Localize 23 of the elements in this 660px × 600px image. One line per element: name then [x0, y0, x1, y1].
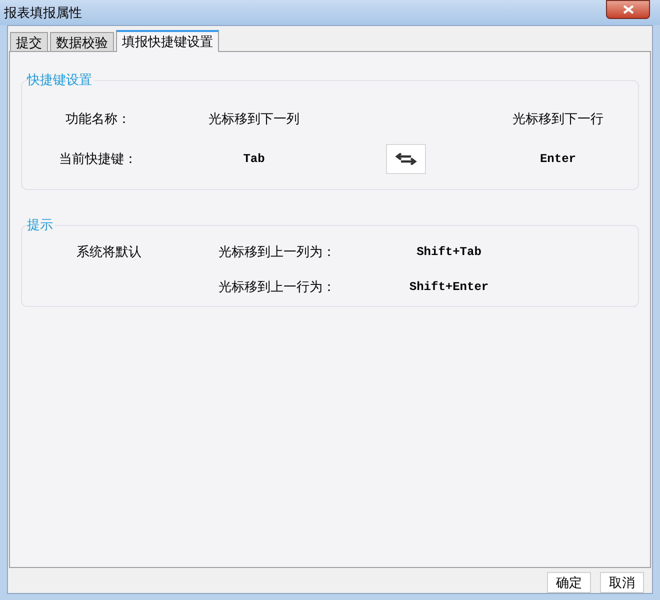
shortcut-key: Tab — [243, 150, 265, 168]
tab[interactable]: 数据校验 — [50, 32, 114, 51]
dialog-button[interactable]: 取消 — [600, 572, 644, 593]
group-title: 快捷键设置 — [27, 72, 94, 88]
tab[interactable]: 提交 — [10, 32, 48, 51]
close-icon — [622, 5, 634, 14]
dialog-button[interactable]: 确定 — [547, 572, 591, 593]
hint-text: 系统将默认 — [76, 243, 142, 262]
hint-label: 光标移到上一列为： — [218, 243, 336, 262]
hint-label: 光标移到上一行为： — [218, 278, 336, 296]
function-name: 光标移到下一行 — [512, 110, 604, 128]
field-label: 功能名称： — [66, 110, 130, 128]
swap-arrows-icon — [395, 153, 417, 165]
function-name: 光标移到下一列 — [208, 110, 300, 128]
tab[interactable]: 填报快捷键设置 — [116, 30, 219, 52]
close-button[interactable] — [606, 0, 650, 19]
shortcut-key: Shift+Tab — [416, 243, 482, 261]
swap-button[interactable] — [386, 144, 426, 174]
field-label: 当前快捷键： — [59, 150, 137, 168]
window-title: 报表填报属性 — [4, 4, 82, 22]
shortcut-key: Enter — [540, 150, 576, 168]
group-title: 提示 — [27, 217, 55, 233]
shortcut-key: Shift+Enter — [409, 278, 489, 296]
